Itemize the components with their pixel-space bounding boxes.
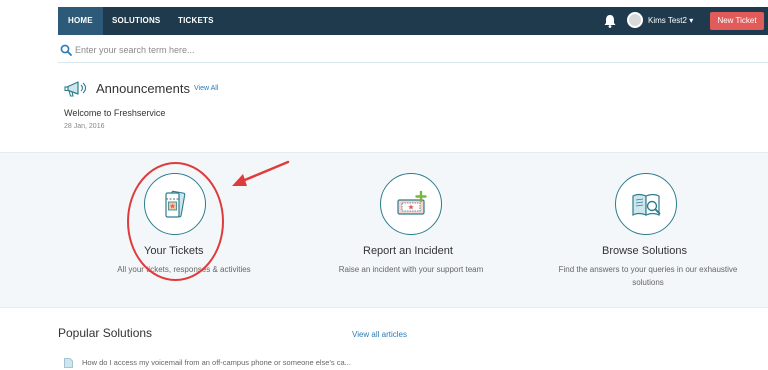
report-incident-card[interactable] [380,173,442,235]
top-navbar: HOME SOLUTIONS TICKETS Kims Test2 ▾ New … [58,7,768,35]
solution-list-item[interactable]: How do I access my voicemail from an off… [82,358,351,367]
user-menu[interactable]: Kims Test2 ▾ [648,7,693,35]
tab-home[interactable]: HOME [58,7,103,35]
announcement-item-date: 28 Jan, 2016 [64,123,105,130]
report-incident-title[interactable]: Report an Incident [363,245,453,257]
search-icon [60,44,72,56]
document-icon [64,358,73,368]
browse-solutions-card[interactable] [615,173,677,235]
tab-solutions[interactable]: SOLUTIONS [112,7,160,35]
tab-tickets[interactable]: TICKETS [178,7,214,35]
notification-bell-icon[interactable] [603,14,617,28]
view-all-articles-link[interactable]: View all articles [352,330,407,339]
search-bar [58,37,768,63]
features-band: Your Tickets All your tickets, responses… [0,152,768,308]
report-incident-icon [397,190,427,215]
report-incident-description: Raise an incident with your support team [338,265,484,274]
new-ticket-button[interactable]: New Ticket [710,12,764,30]
announcements-view-all-link[interactable]: View All [194,85,218,92]
megaphone-icon [64,81,87,97]
browse-solutions-description: Find the answers to your queries in our … [558,265,738,287]
browse-solutions-title[interactable]: Browse Solutions [602,245,687,257]
annotation-circle [127,162,224,281]
popular-solutions-title: Popular Solutions [58,326,153,340]
announcements-title: Announcements [96,81,190,96]
announcement-item-title[interactable]: Welcome to Freshservice [64,108,165,118]
annotation-arrow-icon [232,160,290,186]
search-input[interactable] [75,41,475,59]
avatar[interactable] [627,12,643,28]
book-search-icon [632,193,661,216]
